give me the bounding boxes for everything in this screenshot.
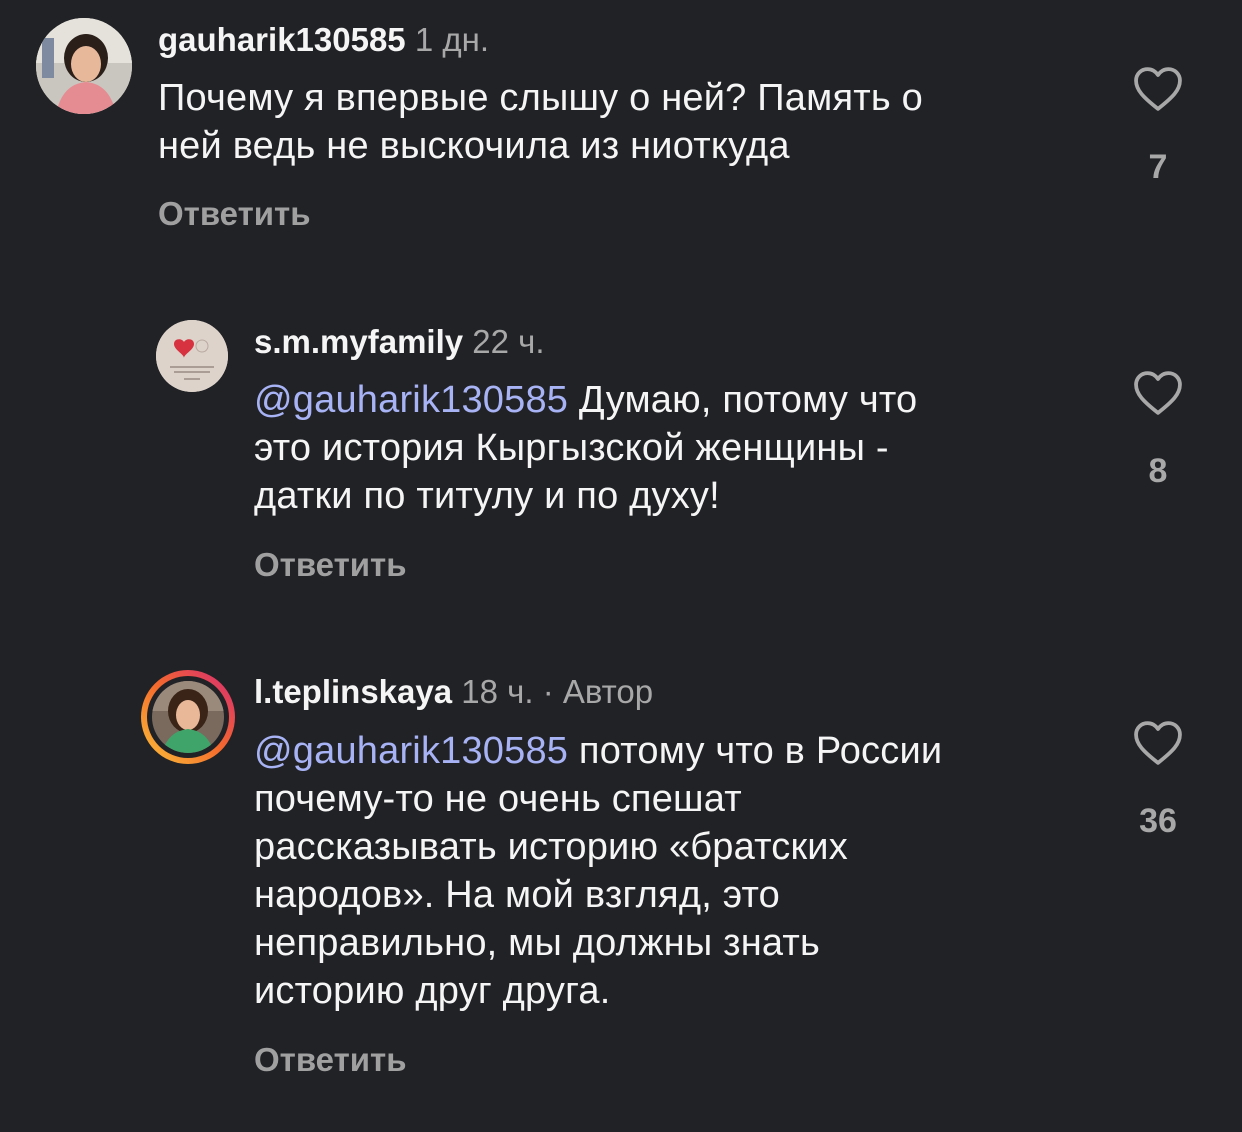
comment-text-line: потому что в России [578,730,943,772]
avatar[interactable] [141,670,235,764]
comment-text-line: народов». На мой взгляд, это [254,874,780,916]
comment-text-line: неправильно, мы должны знать [254,922,821,964]
like-button[interactable]: 36 [1128,720,1188,841]
heart-icon[interactable] [1132,720,1184,766]
avatar-photo [152,681,224,753]
comment-3: l.teplinskaya 18 ч. · Автор @gauharik130… [0,0,1242,1132]
mention-link[interactable]: @gauharik130585 [254,730,568,772]
comment-text-line: почему-то не очень спешат [254,778,742,820]
comment-text-line: историю друг друга. [254,970,611,1012]
timestamp: 18 ч. [461,673,534,710]
author-badge: · Автор [542,673,654,710]
like-count: 36 [1139,802,1177,840]
comment-text: @gauharik130585 потому что в России поче… [254,727,1104,1015]
username[interactable]: l.teplinskaya [254,673,452,710]
comment-text-line: рассказывать историю «братских [254,826,848,868]
reply-button[interactable]: Ответить [254,1040,407,1080]
comment-header: l.teplinskaya 18 ч. · Автор [254,672,653,712]
